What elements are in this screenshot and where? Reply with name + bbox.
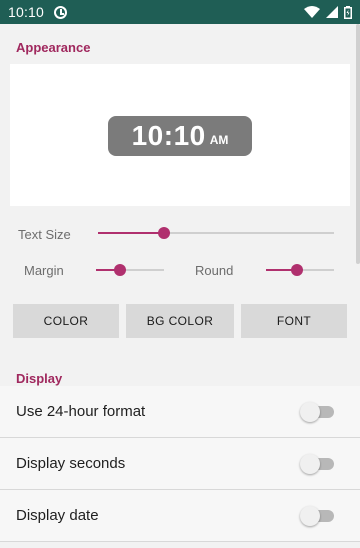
setting-label-seconds: Display seconds — [16, 455, 126, 472]
preview-time: 10:10 — [131, 120, 206, 151]
status-bar: 10:10 — [0, 0, 360, 24]
text-size-label: Text Size — [18, 227, 71, 242]
text-size-slider-thumb[interactable] — [158, 227, 171, 239]
font-button[interactable]: FONT — [241, 304, 347, 338]
battery-icon — [344, 5, 352, 19]
toggle-seconds[interactable] — [300, 453, 334, 474]
wifi-icon — [304, 6, 320, 18]
margin-slider-thumb[interactable] — [113, 264, 126, 276]
toggle-24-hour[interactable] — [300, 401, 334, 422]
appearance-section-title: Appearance — [16, 40, 91, 55]
toggle-knob — [300, 453, 320, 474]
setting-row-seconds[interactable]: Display seconds — [0, 438, 360, 490]
scrollbar[interactable] — [356, 24, 360, 264]
setting-row-date[interactable]: Display date — [0, 490, 360, 542]
status-time: 10:10 — [8, 4, 45, 20]
toggle-knob — [300, 505, 320, 526]
clock-preview-card: 10:10 AM — [10, 64, 350, 206]
signal-icon — [326, 6, 338, 18]
toggle-date[interactable] — [300, 505, 334, 526]
setting-label-date: Display date — [16, 507, 99, 524]
setting-row-24-hour[interactable]: Use 24-hour format — [0, 386, 360, 438]
round-slider[interactable] — [266, 264, 334, 276]
bg-color-button[interactable]: BG COLOR — [126, 304, 234, 338]
toggle-knob — [300, 401, 320, 422]
round-label: Round — [195, 263, 234, 278]
margin-slider[interactable] — [96, 264, 164, 276]
round-slider-thumb[interactable] — [290, 264, 303, 276]
display-section-title: Display — [16, 371, 63, 386]
text-size-slider-fill — [98, 232, 165, 234]
margin-label: Margin — [24, 263, 64, 278]
preview-ampm: AM — [209, 133, 229, 147]
text-size-slider[interactable] — [98, 227, 334, 239]
clock-icon — [54, 5, 68, 19]
color-button[interactable]: COLOR — [13, 304, 119, 338]
clock-preview: 10:10 AM — [108, 116, 252, 156]
setting-label-24-hour: Use 24-hour format — [16, 403, 146, 420]
status-icons — [304, 5, 352, 19]
